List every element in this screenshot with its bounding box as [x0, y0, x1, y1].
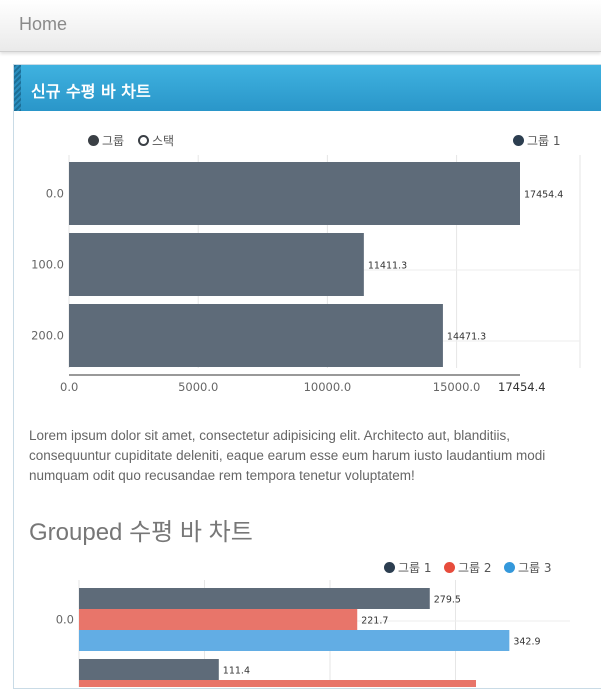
bar-value-label: 279.5	[434, 595, 461, 606]
legend-dot-icon	[444, 562, 455, 573]
chart2-legend-label-2: 그룹 2	[458, 561, 492, 575]
panel-title: 신규 수평 바 차트	[31, 82, 151, 101]
x-tick-label: 0.0	[60, 380, 78, 394]
y-tick-label: 0.0	[56, 613, 74, 627]
bar	[79, 588, 430, 609]
legend-dot-icon	[504, 562, 515, 573]
x-tick-label: 15000.0	[433, 380, 481, 394]
chart2-legend-series-3[interactable]: 그룹 3	[504, 559, 552, 576]
legend-dot-icon	[384, 562, 395, 573]
chart1-legend-series-1[interactable]: 그룹 1	[513, 132, 561, 149]
bar-partial	[79, 680, 476, 687]
stacked-radio-label: 스택	[152, 134, 175, 148]
bar	[69, 233, 364, 296]
bar-value-label: 342.9	[513, 637, 540, 648]
radio-empty-icon	[138, 135, 149, 146]
header-stripes-decoration	[14, 65, 21, 111]
bar	[79, 630, 510, 651]
stacked-radio[interactable]: 스택	[138, 132, 174, 149]
radio-filled-icon	[88, 135, 99, 146]
bar-value-label: 111.4	[223, 666, 250, 677]
y-tick-label: 0.0	[46, 187, 64, 201]
y-tick-label: 100.0	[31, 258, 64, 272]
grouped-horizontal-bar-chart: 279.5 221.7 342.9 0.0 111.4	[56, 580, 570, 687]
legend-dot-icon	[513, 135, 524, 146]
chart2-legend-series-1[interactable]: 그룹 1	[384, 559, 432, 576]
bar-value-label: 221.7	[361, 616, 388, 627]
bar-value-label: 14471.3	[447, 332, 486, 343]
bar-value-label: 11411.3	[368, 261, 407, 272]
bar	[79, 609, 358, 630]
chart1-legend-label: 그룹 1	[527, 134, 561, 148]
bar	[69, 162, 520, 225]
bar	[79, 659, 219, 680]
chart2-legend-label-3: 그룹 3	[518, 561, 552, 575]
bar-value-label: 17454.4	[524, 190, 563, 201]
top-navbar: Home	[0, 0, 601, 52]
y-tick-label: 200.0	[31, 329, 64, 343]
chart2-legend-label-1: 그룹 1	[398, 561, 432, 575]
home-link[interactable]: Home	[19, 14, 67, 35]
horizontal-bar-chart: 17454.4 0.0 11411.3 100.0 14471.3 200.0 0.0 500…	[31, 155, 581, 394]
panel-header: 신규 수평 바 차트	[14, 65, 601, 111]
x-tick-label: 17454.4	[498, 380, 546, 394]
section-title: Grouped 수평 바 차트	[29, 519, 253, 546]
x-tick-label: 10000.0	[304, 380, 352, 394]
grouped-radio-label: 그룹	[102, 134, 125, 148]
x-tick-label: 5000.0	[178, 380, 218, 394]
chart2-legend-series-2[interactable]: 그룹 2	[444, 559, 492, 576]
grouped-radio[interactable]: 그룹	[88, 132, 124, 149]
bar	[69, 304, 443, 367]
description-text: Lorem ipsum dolor sit amet, consectetur …	[29, 428, 546, 483]
